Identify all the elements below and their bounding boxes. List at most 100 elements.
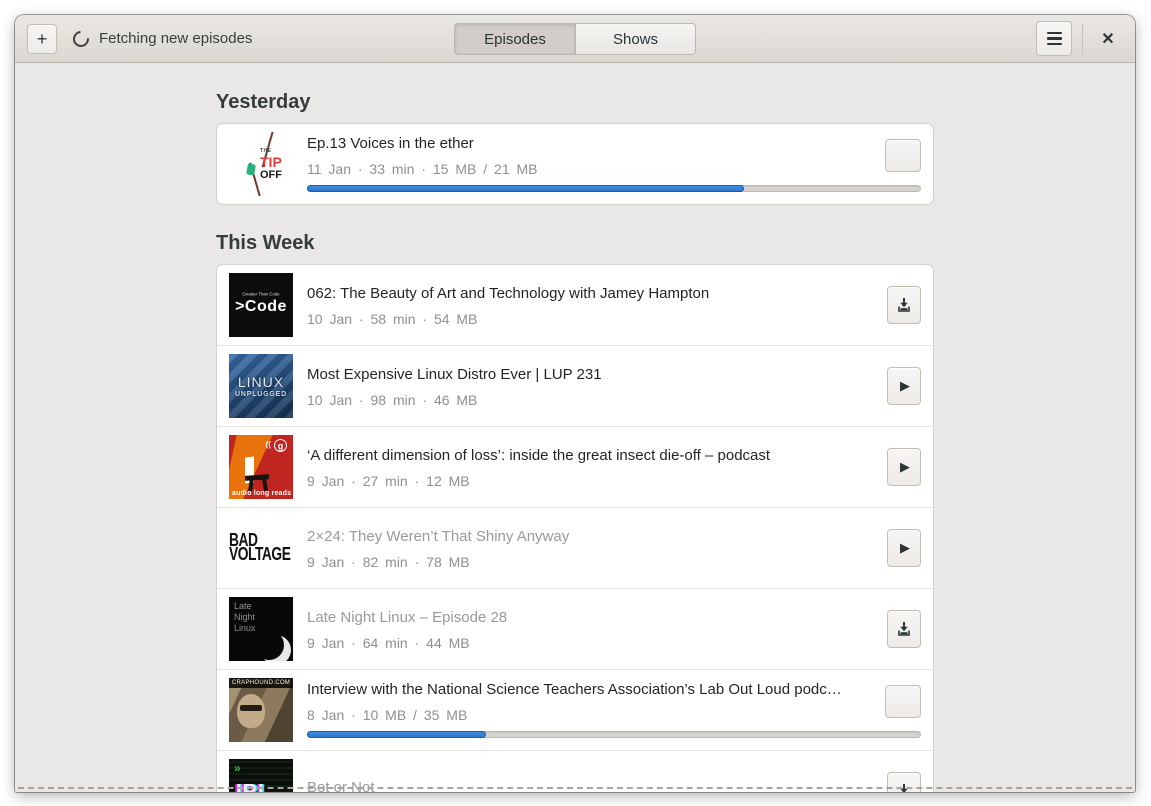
menu-button[interactable] [1036, 21, 1072, 56]
show-logo-greater-than-code: Greater Than Code >Code [229, 273, 293, 337]
episode-meta: 9 Jan · 64 min · 44 MB [307, 634, 470, 651]
download-progress-fill [307, 731, 487, 738]
download-icon [898, 622, 910, 636]
cancel-download-button[interactable] [885, 139, 921, 172]
episode-row[interactable]: Late Night Linux Late Night Linux – Episod… [217, 588, 933, 669]
logo-text: LINUX [237, 374, 285, 390]
podcast-cover: Greater Than Code >Code [229, 273, 293, 337]
header-separator [1082, 23, 1083, 54]
spinner-icon [69, 27, 93, 50]
add-podcast-button[interactable]: + [27, 23, 57, 54]
episodes-column: Yesterday THE TIP OFF Ep.13 Voices in the … [216, 91, 934, 792]
episode-meta: 11 Jan · 33 min · 15 MB / 21 MB [307, 161, 538, 177]
logo-text: TIP [260, 154, 282, 170]
episode-section: Yesterday THE TIP OFF Ep.13 Voices in the … [216, 91, 934, 205]
download-button[interactable] [887, 610, 921, 648]
download-progressbar [307, 185, 921, 192]
episode-title: 062: The Beauty of Art and Technology wi… [307, 284, 710, 302]
episode-row[interactable]: BAD VOLTAGE 2×24: They Weren’t That Shiny… [217, 507, 933, 588]
episode-texts: Bot or Not [307, 778, 873, 793]
logo-text: (( [265, 440, 271, 449]
episode-row[interactable]: THE TIP OFF Ep.13 Voices in the ether 11 J… [217, 124, 933, 204]
logo-text: VOLTAGE [229, 543, 291, 565]
show-logo-bad-voltage: BAD VOLTAGE [229, 516, 293, 580]
guardian-roundel-icon: g [274, 439, 287, 452]
episode-title: ‘A different dimension of loss’: inside … [307, 446, 771, 464]
episode-row[interactable]: CRAPHOUND.COM Interview with the Nationa… [217, 669, 933, 750]
episode-texts: Interview with the National Science Teac… [307, 680, 871, 723]
episode-body: ‘A different dimension of loss’: inside … [307, 435, 921, 499]
episode-toprow: Ep.13 Voices in the ether 11 Jan · 33 mi… [307, 132, 921, 179]
episode-meta: 9 Jan · 27 min · 12 MB [307, 472, 470, 489]
episode-body: Most Expensive Linux Distro Ever | LUP 2… [307, 354, 921, 418]
podcast-cover: BAD VOLTAGE [229, 516, 293, 580]
play-icon: ▶ [900, 378, 910, 393]
logo-text: OFF [260, 169, 282, 181]
download-icon [898, 298, 910, 312]
download-button[interactable] [887, 772, 921, 792]
close-icon: ✕ [1101, 30, 1115, 48]
podcast-cover: ((g audio long reads [229, 435, 293, 499]
logo-text: CRAPHOUND.COM [229, 678, 293, 688]
episode-body: Interview with the National Science Teac… [307, 678, 921, 742]
logo-text: Night [234, 611, 256, 622]
play-button[interactable]: ▶ [887, 448, 921, 486]
scroll-undershoot-indicator [18, 787, 1132, 789]
episode-texts: 062: The Beauty of Art and Technology wi… [307, 284, 873, 327]
logo-text: » [234, 761, 241, 775]
episode-toprow: 2×24: They Weren’t That Shiny Anyway 9 J… [307, 516, 921, 580]
logo-text: UNPLUGGED [235, 391, 287, 398]
show-logo-craphound: CRAPHOUND.COM [229, 678, 293, 742]
header-right: ✕ [1036, 21, 1123, 56]
episode-title: Interview with the National Science Teac… [307, 681, 842, 698]
episode-title: Late Night Linux – Episode 28 [307, 608, 508, 626]
episode-texts: Ep.13 Voices in the ether 11 Jan · 33 mi… [307, 134, 871, 177]
episode-row[interactable]: » IRL Bot or Not [217, 750, 933, 792]
cancel-download-button[interactable] [885, 685, 921, 718]
episode-row[interactable]: LINUX UNPLUGGED Most Expensive Linux Dist… [217, 345, 933, 426]
episode-toprow: 062: The Beauty of Art and Technology wi… [307, 273, 921, 337]
episode-body: Ep.13 Voices in the ether 11 Jan · 33 mi… [307, 132, 921, 196]
episode-title: Ep.13 Voices in the ether [307, 135, 474, 152]
episode-toprow: Interview with the National Science Teac… [307, 678, 921, 725]
episodes-card: THE TIP OFF Ep.13 Voices in the ether 11 J… [216, 123, 934, 205]
podcast-cover: CRAPHOUND.COM [229, 678, 293, 742]
section-title: This Week [216, 232, 315, 254]
tab-shows[interactable]: Shows [575, 23, 696, 55]
episode-body: 2×24: They Weren’t That Shiny Anyway 9 J… [307, 516, 921, 580]
logo-text: audio long reads [232, 490, 292, 497]
show-logo-linux-unplugged: LINUX UNPLUGGED [229, 354, 293, 418]
episode-texts: Most Expensive Linux Distro Ever | LUP 2… [307, 365, 873, 408]
episode-toprow: ‘A different dimension of loss’: inside … [307, 435, 921, 499]
logo-text: >Code [235, 298, 287, 315]
play-icon: ▶ [900, 540, 910, 555]
episode-meta: 8 Jan · 10 MB / 35 MB [307, 707, 468, 723]
play-button[interactable]: ▶ [887, 367, 921, 405]
episode-meta: 9 Jan · 82 min · 78 MB [307, 553, 470, 570]
show-logo-late-night-linux: Late Night Linux [229, 597, 293, 661]
section-title: Yesterday [216, 91, 311, 113]
app-window: + Fetching new episodes Episodes Shows ✕… [15, 15, 1135, 792]
status-text: Fetching new episodes [99, 30, 253, 47]
episode-texts: 2×24: They Weren’t That Shiny Anyway 9 J… [307, 527, 873, 570]
tab-episodes[interactable]: Episodes [454, 23, 575, 55]
header-bar: + Fetching new episodes Episodes Shows ✕ [15, 15, 1135, 63]
episode-meta: 10 Jan · 98 min · 46 MB [307, 391, 478, 408]
episode-title: 2×24: They Weren’t That Shiny Anyway [307, 527, 570, 545]
close-window-button[interactable]: ✕ [1093, 24, 1123, 54]
episode-title: Bot or Not [307, 778, 375, 793]
episode-body: 062: The Beauty of Art and Technology wi… [307, 273, 921, 337]
show-logo-tipoff: THE TIP OFF [229, 132, 293, 196]
episodes-view[interactable]: Yesterday THE TIP OFF Ep.13 Voices in the … [15, 63, 1135, 792]
episode-section: This Week Greater Than Code >Code 062: Th… [216, 232, 934, 792]
episode-row[interactable]: ((g audio long reads ‘A different dimensi… [217, 426, 933, 507]
view-switcher: Episodes Shows [454, 23, 696, 55]
logo-text: Greater Than Code [242, 292, 280, 298]
download-progress-fill [307, 185, 744, 192]
episode-toprow: Most Expensive Linux Distro Ever | LUP 2… [307, 354, 921, 418]
podcast-cover: Late Night Linux [229, 597, 293, 661]
download-button[interactable] [887, 286, 921, 324]
play-button[interactable]: ▶ [887, 529, 921, 567]
episode-row[interactable]: Greater Than Code >Code 062: The Beauty o… [217, 265, 933, 345]
podcast-cover: THE TIP OFF [229, 132, 293, 196]
